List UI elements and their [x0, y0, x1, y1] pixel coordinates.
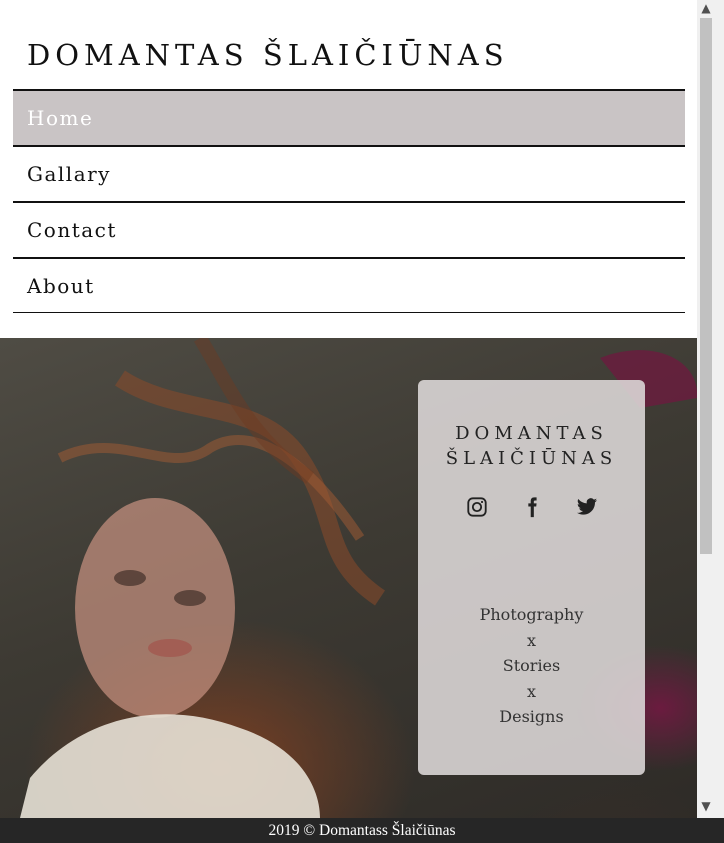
nav-item-home[interactable]: Home [13, 89, 685, 145]
scroll-thumb[interactable] [700, 18, 712, 554]
card-title-line1: DOMANTAS [455, 423, 608, 444]
facebook-icon[interactable] [519, 494, 544, 519]
footer-copyright: 2019 © Domantass Šlaičiūnas [268, 822, 456, 839]
instagram-icon[interactable] [464, 494, 489, 519]
social-links [418, 494, 645, 519]
scroll-up-icon[interactable]: ▲ [699, 1, 713, 15]
hero-section: DOMANTAS ŠLAIČIŪNAS Photography x Storie… [0, 338, 697, 818]
tagline-line: x [526, 681, 537, 701]
site-footer: 2019 © Domantass Šlaičiūnas [0, 818, 724, 843]
card-title-line2: ŠLAIČIŪNAS [445, 448, 618, 469]
nav-item-about[interactable]: About [13, 257, 685, 313]
vertical-scrollbar[interactable]: ▲ ▼ [697, 0, 724, 818]
site-viewport: DOMANTAS ŠLAIČIŪNAS Home Gallary Contact… [0, 0, 697, 818]
tagline-line: x [526, 630, 537, 650]
scroll-down-icon[interactable]: ▼ [699, 799, 713, 813]
card-tagline: Photography x Stories x Designs [418, 602, 645, 730]
site-header: DOMANTAS ŠLAIČIŪNAS Home Gallary Contact… [0, 0, 697, 338]
nav-item-gallary[interactable]: Gallary [13, 145, 685, 201]
card-title: DOMANTAS ŠLAIČIŪNAS [418, 421, 645, 471]
tagline-line: Designs [499, 707, 564, 726]
hero-info-card: DOMANTAS ŠLAIČIŪNAS Photography x Storie… [418, 380, 645, 775]
site-brand[interactable]: DOMANTAS ŠLAIČIŪNAS [27, 38, 509, 72]
tagline-line: Photography [479, 605, 584, 624]
twitter-icon[interactable] [574, 494, 599, 519]
tagline-line: Stories [502, 656, 561, 675]
nav-item-contact[interactable]: Contact [13, 201, 685, 257]
main-nav: Home Gallary Contact About [13, 89, 685, 313]
